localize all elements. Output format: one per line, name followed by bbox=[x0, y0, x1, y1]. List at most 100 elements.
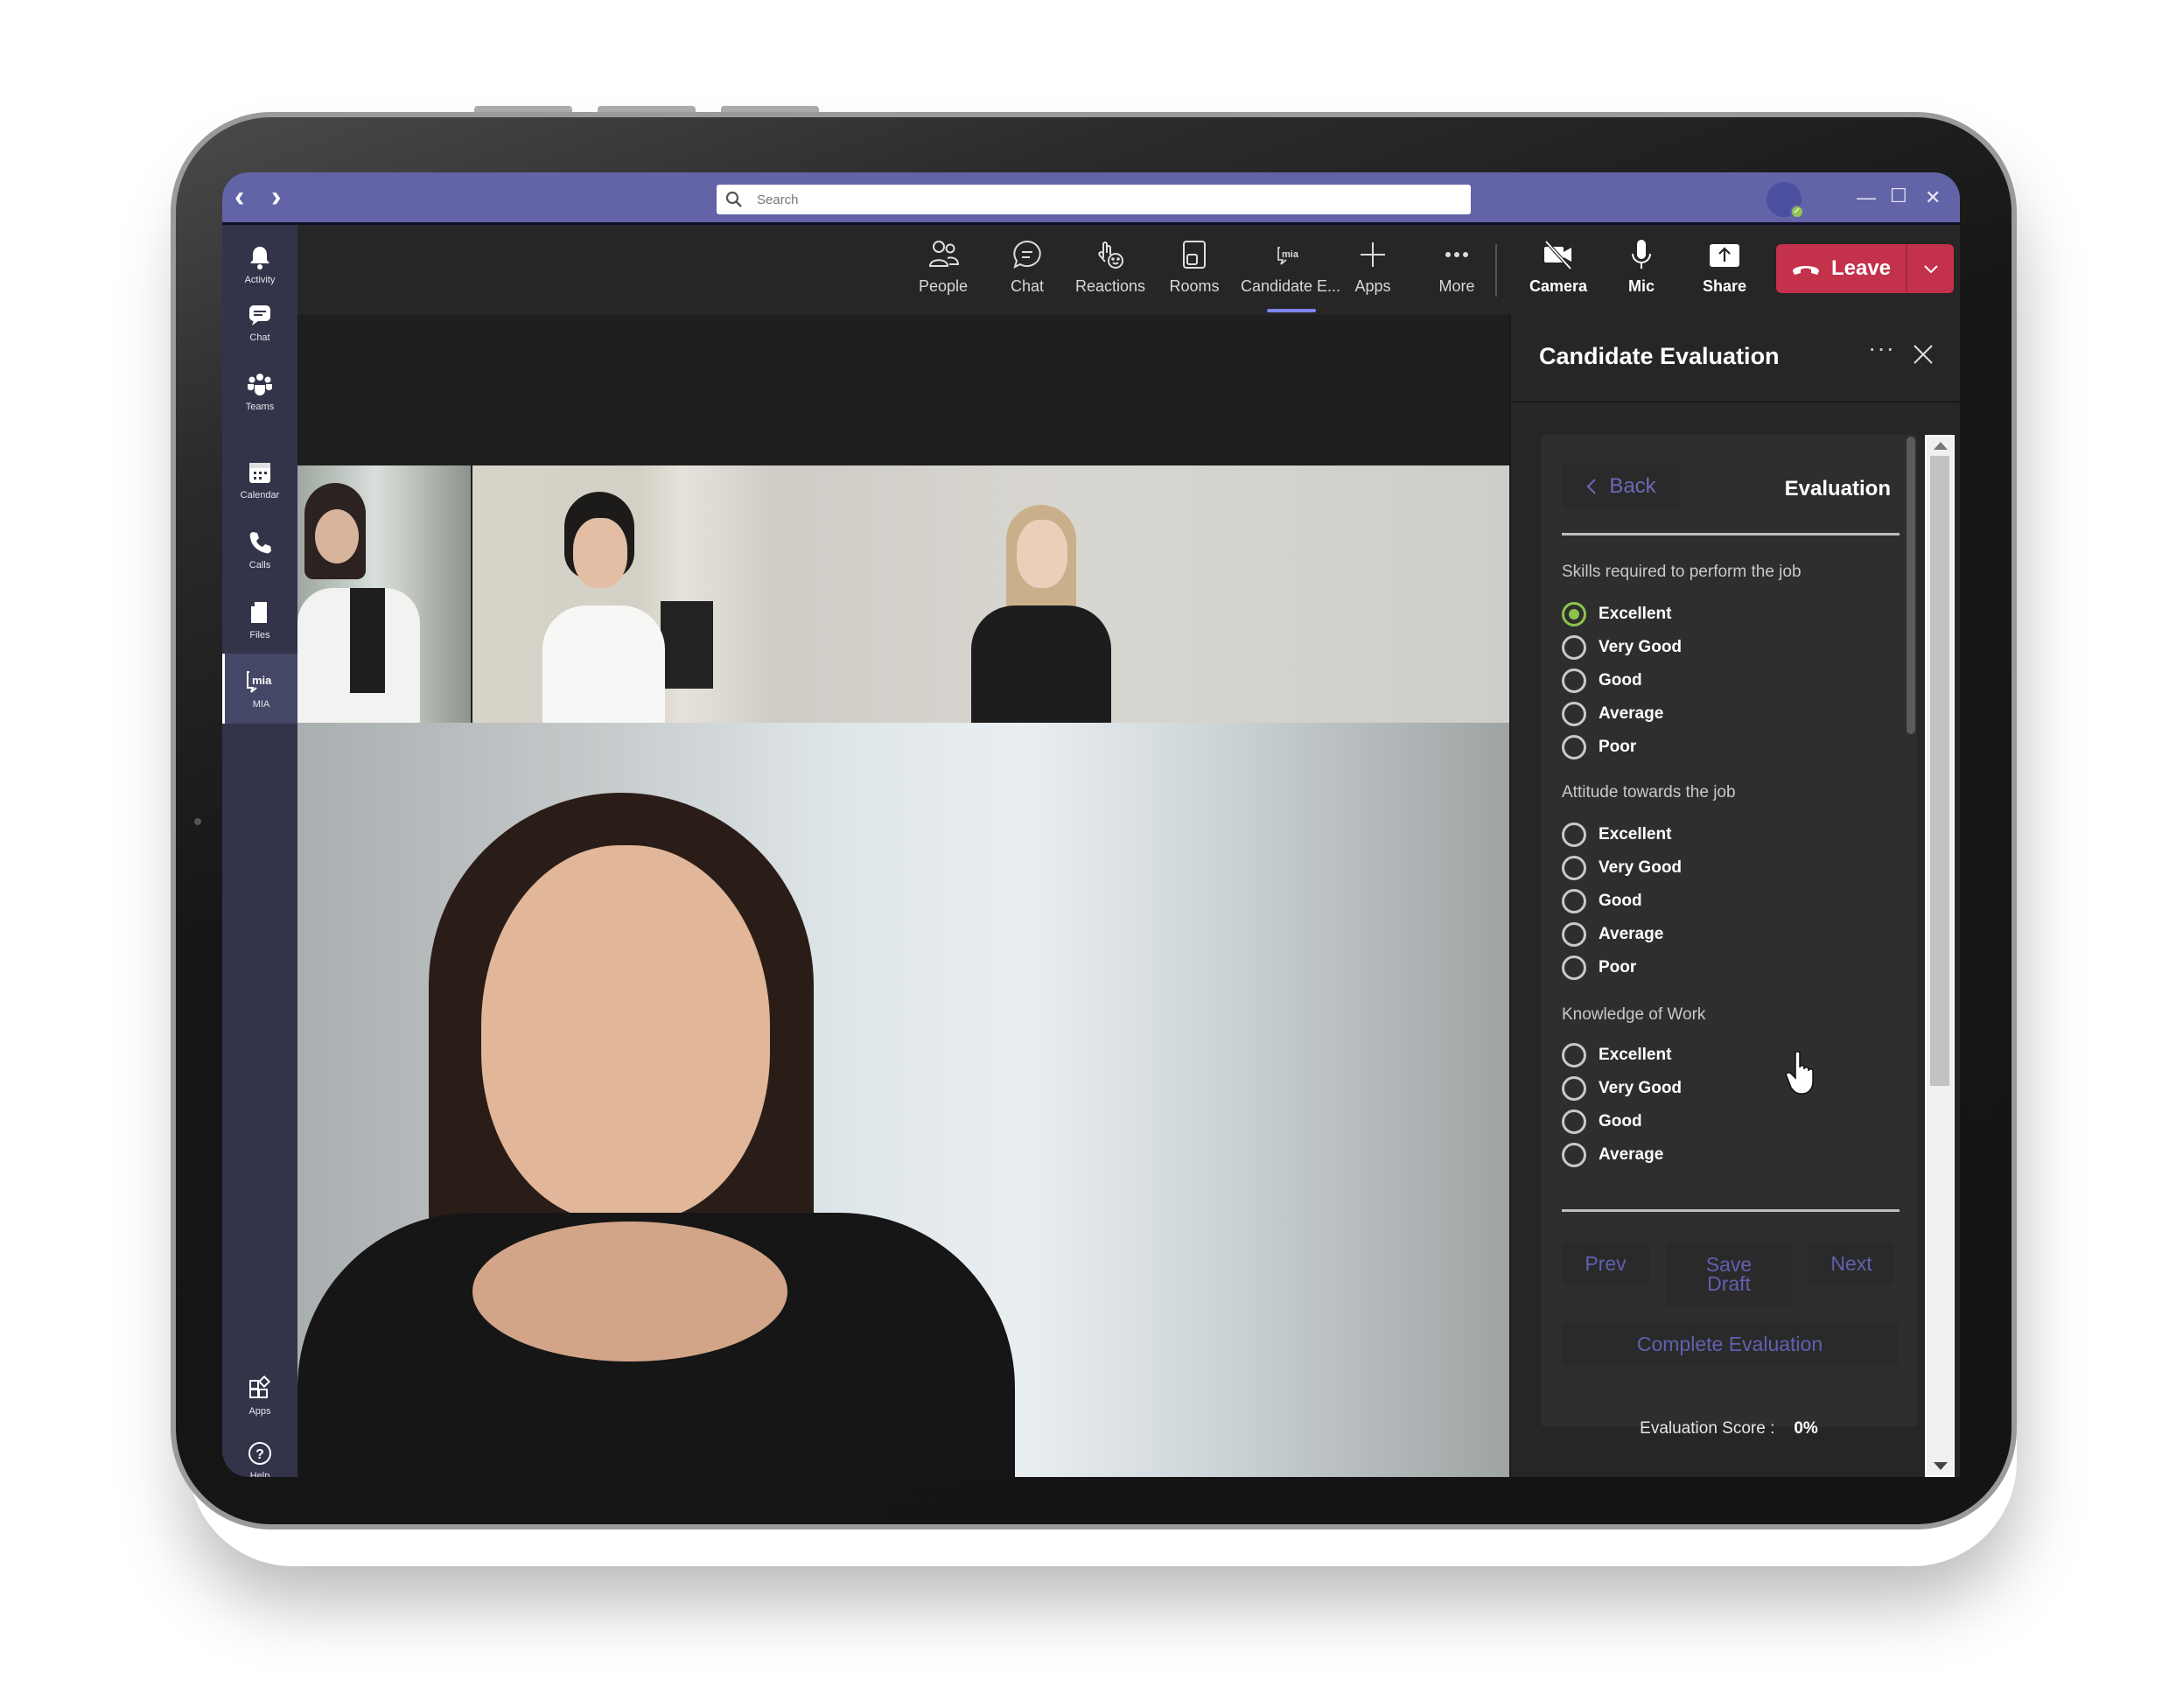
radio-option[interactable]: Excellent bbox=[1562, 822, 1671, 848]
radio-button[interactable] bbox=[1562, 635, 1586, 660]
search-box[interactable] bbox=[717, 185, 1471, 214]
toolbar-label: Chat bbox=[1010, 277, 1045, 295]
tv-screen bbox=[661, 601, 713, 689]
chat-bubble-icon bbox=[1013, 240, 1041, 269]
participant-video-tile[interactable] bbox=[472, 466, 774, 723]
back-button[interactable]: Back bbox=[1562, 464, 1681, 509]
toolbar-camera-button[interactable]: Camera bbox=[1519, 237, 1598, 296]
people-icon bbox=[928, 241, 960, 267]
toolbar-mic-button[interactable]: Mic bbox=[1602, 237, 1681, 296]
prev-button[interactable]: Prev bbox=[1562, 1242, 1649, 1285]
radio-option[interactable]: Very Good bbox=[1562, 634, 1682, 661]
radio-option[interactable]: Excellent bbox=[1562, 601, 1671, 627]
chevron-left-icon bbox=[1586, 479, 1597, 494]
bell-icon bbox=[250, 246, 269, 270]
toolbar-chat-button[interactable]: Chat bbox=[988, 237, 1067, 296]
scroll-down-icon[interactable] bbox=[1934, 1462, 1948, 1470]
panel-scrollbar[interactable] bbox=[1925, 435, 1955, 1477]
inner-scrollbar[interactable] bbox=[1907, 437, 1915, 734]
toolbar-share-button[interactable]: Share bbox=[1685, 237, 1764, 296]
radio-option[interactable]: Good bbox=[1562, 888, 1642, 914]
title-bar: ‹ › ✓ — ☐ ✕ bbox=[222, 172, 1960, 225]
section-label: Skills required to perform the job bbox=[1562, 563, 1802, 581]
leave-label: Leave bbox=[1830, 256, 1892, 280]
radio-button[interactable] bbox=[1562, 889, 1586, 914]
leave-options-button[interactable] bbox=[1907, 244, 1954, 293]
teams-window: ‹ › ✓ — ☐ ✕ Activity Chat Teams Calendar bbox=[222, 172, 1960, 1477]
radio-option[interactable]: Poor bbox=[1562, 734, 1636, 760]
save-draft-button[interactable]: Save Draft bbox=[1665, 1242, 1793, 1306]
toolbar-divider bbox=[1495, 244, 1497, 297]
search-input[interactable] bbox=[757, 192, 1439, 207]
radio-button[interactable] bbox=[1562, 735, 1586, 760]
scroll-up-icon[interactable] bbox=[1934, 442, 1948, 450]
leave-main-button[interactable]: Leave bbox=[1776, 244, 1907, 293]
divider bbox=[1562, 1209, 1900, 1212]
sidebar-item-apps[interactable]: Apps bbox=[222, 1365, 297, 1426]
chevron-left-icon[interactable]: ‹ bbox=[234, 181, 244, 213]
radio-button[interactable] bbox=[1562, 668, 1586, 693]
presence-available-icon: ✓ bbox=[1790, 205, 1804, 219]
sidebar-item-calls[interactable]: Calls bbox=[222, 519, 297, 580]
toolbar-people-button[interactable]: People bbox=[904, 237, 983, 296]
evaluation-form: Back Evaluation Skills required to perfo… bbox=[1541, 435, 1917, 1438]
more-options-icon[interactable]: ··· bbox=[1868, 334, 1895, 362]
sidebar-item-mia[interactable]: mia MIA bbox=[222, 654, 297, 724]
radio-button[interactable] bbox=[1562, 856, 1586, 880]
toolbar-reactions-button[interactable]: Reactions bbox=[1071, 237, 1150, 296]
sidebar-item-calendar[interactable]: Calendar bbox=[222, 449, 297, 510]
sidebar-item-label: Activity bbox=[244, 274, 276, 285]
radio-button[interactable] bbox=[1562, 822, 1586, 847]
radio-label: Average bbox=[1599, 704, 1664, 723]
participant-video-tile[interactable] bbox=[297, 466, 471, 723]
toolbar-rooms-button[interactable]: Rooms bbox=[1155, 237, 1234, 296]
radio-button[interactable] bbox=[1562, 1143, 1586, 1167]
radio-button[interactable] bbox=[1562, 1076, 1586, 1101]
sidebar-item-files[interactable]: Files bbox=[222, 589, 297, 650]
svg-text:mia: mia bbox=[1282, 249, 1299, 260]
toolbar-label: Camera bbox=[1529, 277, 1588, 295]
radio-label: Poor bbox=[1599, 738, 1637, 756]
mia-icon: mia bbox=[246, 670, 272, 693]
maximize-icon[interactable]: ☐ bbox=[1890, 183, 1907, 209]
leave-button[interactable]: Leave bbox=[1776, 244, 1954, 293]
reactions-icon bbox=[1098, 242, 1123, 269]
radio-option[interactable]: Very Good bbox=[1562, 1075, 1682, 1102]
chevron-right-icon[interactable]: › bbox=[271, 181, 281, 213]
sidebar-item-chat[interactable]: Chat bbox=[222, 291, 297, 353]
score-label: Evaluation Score : bbox=[1640, 1419, 1775, 1438]
evaluation-score: Evaluation Score : 0% bbox=[1541, 1419, 1917, 1438]
svg-text:mia: mia bbox=[252, 674, 272, 687]
radio-button[interactable] bbox=[1562, 1043, 1586, 1068]
radio-button[interactable] bbox=[1562, 1110, 1586, 1134]
radio-option[interactable]: Very Good bbox=[1562, 855, 1682, 881]
radio-option[interactable]: Average bbox=[1562, 1142, 1663, 1168]
sidebar-item-teams[interactable]: Teams bbox=[222, 360, 297, 422]
radio-label: Very Good bbox=[1599, 638, 1683, 656]
close-icon[interactable] bbox=[1910, 341, 1936, 368]
toolbar-apps-button[interactable]: Apps bbox=[1333, 237, 1412, 296]
next-button[interactable]: Next bbox=[1809, 1242, 1894, 1285]
minimize-icon[interactable]: — bbox=[1857, 185, 1876, 211]
radio-button[interactable] bbox=[1562, 922, 1586, 947]
radio-button[interactable] bbox=[1562, 702, 1586, 726]
radio-button-selected[interactable] bbox=[1562, 602, 1586, 626]
main-speaker-video[interactable] bbox=[297, 723, 1509, 1477]
radio-button[interactable] bbox=[1562, 956, 1586, 980]
radio-option[interactable]: Poor bbox=[1562, 955, 1636, 981]
toolbar-candidate-evaluation-tab[interactable]: mia Candidate E... bbox=[1238, 237, 1343, 296]
toolbar-more-button[interactable]: More bbox=[1417, 237, 1496, 296]
scrollbar-thumb[interactable] bbox=[1930, 456, 1949, 1086]
close-window-icon[interactable]: ✕ bbox=[1925, 185, 1941, 211]
radio-option[interactable]: Excellent bbox=[1562, 1042, 1671, 1068]
radio-option[interactable]: Good bbox=[1562, 668, 1642, 694]
sidebar-item-activity[interactable]: Activity bbox=[222, 234, 297, 295]
participant-video-tile[interactable] bbox=[774, 466, 1509, 723]
radio-option[interactable]: Average bbox=[1562, 701, 1663, 727]
sidebar-item-help[interactable]: ? Help bbox=[222, 1430, 297, 1477]
radio-option[interactable]: Good bbox=[1562, 1109, 1642, 1135]
camera-off-icon bbox=[1544, 240, 1572, 270]
radio-option[interactable]: Average bbox=[1562, 921, 1663, 948]
toolbar-label: Candidate E... bbox=[1240, 277, 1341, 295]
complete-evaluation-button[interactable]: Complete Evaluation bbox=[1562, 1321, 1898, 1367]
